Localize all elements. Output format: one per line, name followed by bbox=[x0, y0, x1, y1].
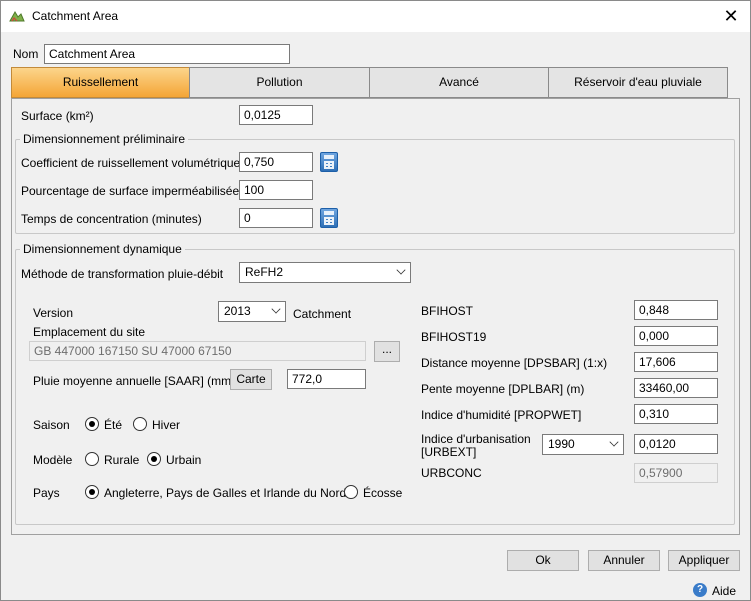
version-select[interactable]: 2013 bbox=[218, 301, 286, 322]
pays-label: Pays bbox=[33, 486, 60, 500]
coef-field[interactable]: 0,750 bbox=[239, 152, 313, 172]
pct-label: Pourcentage de surface imperméabilisée (… bbox=[21, 184, 262, 198]
coef-label: Coefficient de ruissellement volumétriqu… bbox=[21, 156, 241, 170]
temps-field[interactable]: 0 bbox=[239, 208, 313, 228]
urbain-label: Urbain bbox=[166, 453, 202, 467]
dplbar-label: Pente moyenne [DPLBAR] (m) bbox=[421, 382, 585, 396]
calculator-icon[interactable] bbox=[320, 152, 338, 172]
tab-avance[interactable]: Avancé bbox=[369, 67, 549, 98]
tab-bar: Ruissellement Pollution Avancé Réservoir… bbox=[11, 67, 728, 98]
tab-ruissellement[interactable]: Ruissellement bbox=[11, 67, 190, 98]
saison-label: Saison bbox=[33, 418, 70, 432]
bfihost19-field[interactable]: 0,000 bbox=[634, 326, 718, 346]
saar-label: Pluie moyenne annuelle [SAAR] (mm) bbox=[33, 374, 236, 388]
ok-button[interactable]: Ok bbox=[507, 550, 579, 571]
urbext-label-2: [URBEXT] bbox=[421, 445, 477, 459]
surface-label: Surface (km²) bbox=[21, 109, 94, 123]
pct-field[interactable]: 100 bbox=[239, 180, 313, 200]
radio-angleterre[interactable] bbox=[85, 485, 99, 499]
modele-label: Modèle bbox=[33, 453, 73, 467]
close-icon[interactable]: ✕ bbox=[720, 5, 742, 27]
chevron-down-icon bbox=[396, 265, 406, 275]
propwet-label: Indice d'humidité [PROPWET] bbox=[421, 408, 582, 422]
help-icon[interactable]: ? bbox=[693, 583, 707, 597]
carte-button[interactable]: Carte bbox=[230, 369, 272, 390]
urbext-label-1: Indice d'urbanisation bbox=[421, 432, 531, 446]
radio-urbain[interactable] bbox=[147, 452, 161, 466]
ecosse-label: Écosse bbox=[363, 486, 403, 500]
site-field: GB 447000 167150 SU 47000 67150 bbox=[29, 341, 366, 361]
bfihost-label: BFIHOST bbox=[421, 304, 474, 318]
chevron-down-icon bbox=[271, 304, 281, 314]
title-bar: Catchment Area ✕ bbox=[1, 1, 750, 32]
catchment-label: Catchment bbox=[293, 307, 352, 321]
tab-pollution[interactable]: Pollution bbox=[189, 67, 370, 98]
hiver-label: Hiver bbox=[152, 418, 181, 432]
browse-button[interactable]: ... bbox=[374, 341, 400, 362]
urbconc-field: 0,57900 bbox=[634, 463, 718, 483]
calculator-icon[interactable] bbox=[320, 208, 338, 228]
angleterre-label: Angleterre, Pays de Galles et Irlande du… bbox=[104, 486, 347, 500]
name-label: Nom bbox=[13, 47, 39, 61]
tab-panel: Surface (km²) 0,0125 Dimensionnement pré… bbox=[11, 98, 740, 535]
catchment-icon bbox=[9, 11, 25, 22]
aide-label[interactable]: Aide bbox=[712, 584, 736, 598]
dplbar-field[interactable]: 33460,00 bbox=[634, 378, 718, 398]
dpsbar-field[interactable]: 17,606 bbox=[634, 352, 718, 372]
version-label: Version bbox=[33, 306, 74, 320]
bfihost-field[interactable]: 0,848 bbox=[634, 300, 718, 320]
site-label: Emplacement du site bbox=[33, 325, 146, 339]
saar-field[interactable]: 772,0 bbox=[287, 369, 366, 389]
urbconc-label: URBCONC bbox=[421, 466, 482, 480]
ete-label: Été bbox=[104, 418, 123, 432]
version-value: 2013 bbox=[224, 304, 251, 318]
urbext-year-value: 1990 bbox=[548, 437, 575, 451]
radio-hiver[interactable] bbox=[133, 417, 147, 431]
annuler-button[interactable]: Annuler bbox=[588, 550, 660, 571]
temps-label: Temps de concentration (minutes) bbox=[21, 212, 202, 226]
radio-rurale[interactable] bbox=[85, 452, 99, 466]
bfihost19-label: BFIHOST19 bbox=[421, 330, 487, 344]
appliquer-button[interactable]: Appliquer bbox=[668, 550, 740, 571]
dyn-title: Dimensionnement dynamique bbox=[20, 242, 185, 256]
surface-field[interactable]: 0,0125 bbox=[239, 105, 313, 125]
tab-reservoir[interactable]: Réservoir d'eau pluviale bbox=[548, 67, 728, 98]
urbext-year-select[interactable]: 1990 bbox=[542, 434, 624, 455]
method-select[interactable]: ReFH2 bbox=[239, 262, 411, 283]
chevron-down-icon bbox=[609, 437, 619, 447]
propwet-field[interactable]: 0,310 bbox=[634, 404, 718, 424]
window-title: Catchment Area bbox=[32, 9, 119, 23]
dpsbar-label: Distance moyenne [DPSBAR] (1:x) bbox=[421, 356, 608, 370]
method-value: ReFH2 bbox=[245, 265, 284, 279]
radio-ete[interactable] bbox=[85, 417, 99, 431]
dialog-window: Catchment Area ✕ Nom Catchment Area Ruis… bbox=[0, 0, 751, 601]
name-field[interactable]: Catchment Area bbox=[44, 44, 290, 64]
rurale-label: Rurale bbox=[104, 453, 140, 467]
urbext-field[interactable]: 0,0120 bbox=[634, 434, 718, 454]
prelim-title: Dimensionnement préliminaire bbox=[20, 132, 189, 146]
method-label: Méthode de transformation pluie-débit bbox=[21, 267, 224, 281]
radio-ecosse[interactable] bbox=[344, 485, 358, 499]
